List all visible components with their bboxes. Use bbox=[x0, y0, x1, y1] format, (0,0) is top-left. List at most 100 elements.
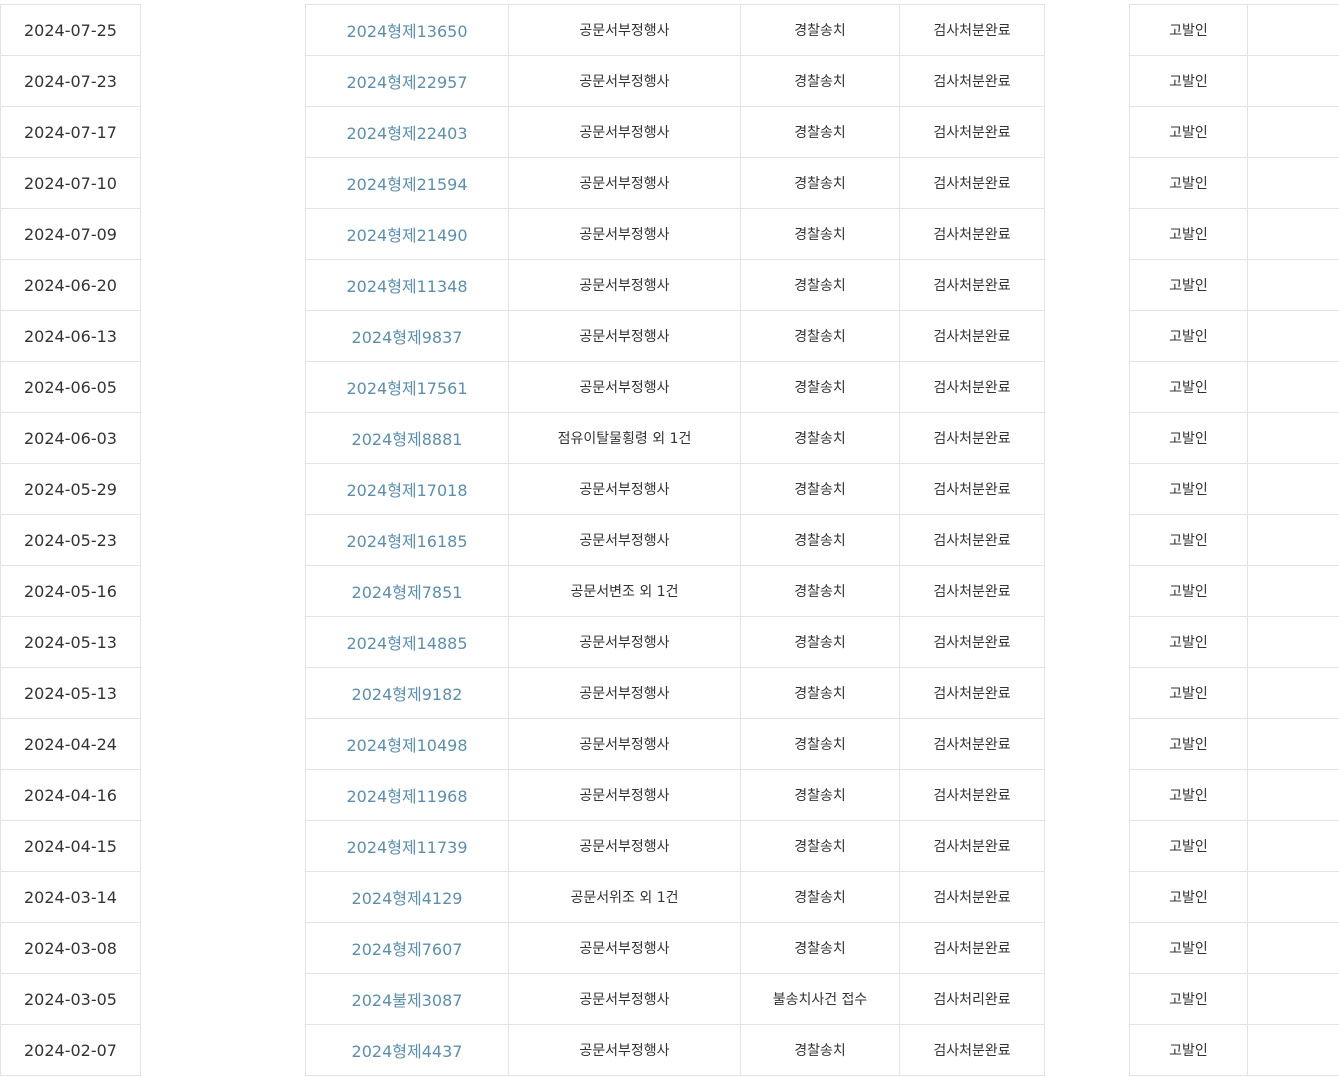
case-status: 경찰송치 bbox=[740, 4, 900, 56]
blank-cell bbox=[1045, 362, 1130, 413]
case-number-link[interactable]: 2024형제8881 bbox=[352, 430, 463, 449]
case-number-cell: 2024형제8881 bbox=[305, 412, 509, 464]
case-status: 경찰송치 bbox=[740, 667, 900, 719]
blank-cell bbox=[141, 668, 306, 719]
case-role: 고발인 bbox=[1129, 208, 1248, 260]
case-number-link[interactable]: 2024형제7607 bbox=[352, 940, 463, 959]
case-number-link[interactable]: 2024형제7851 bbox=[352, 583, 463, 602]
case-number-cell: 2024형제21594 bbox=[305, 157, 509, 209]
case-number-link[interactable]: 2024형제9837 bbox=[352, 328, 463, 347]
case-number-cell: 2024형제9182 bbox=[305, 667, 509, 719]
blank-cell bbox=[1045, 872, 1130, 923]
blank-cell bbox=[1045, 974, 1130, 1025]
case-number-link[interactable]: 2024형제11348 bbox=[346, 277, 467, 296]
case-number-cell: 2024형제4437 bbox=[305, 1024, 509, 1076]
case-number-link[interactable]: 2024형제4129 bbox=[352, 889, 463, 908]
case-result: 검사처분완료 bbox=[899, 718, 1045, 770]
case-result: 검사처분완료 bbox=[899, 616, 1045, 668]
case-status: 경찰송치 bbox=[740, 310, 900, 362]
case-date: 2024-05-16 bbox=[0, 565, 141, 617]
case-number-link[interactable]: 2024형제14885 bbox=[346, 634, 467, 653]
table-row: 2024-07-23 2024형제22957 공문서부정행사 경찰송치 검사처분완료 고발… bbox=[0, 55, 1339, 107]
blank-cell bbox=[1247, 820, 1339, 872]
case-number-link[interactable]: 2024불제3087 bbox=[352, 991, 463, 1010]
case-number-cell: 2024형제4129 bbox=[305, 871, 509, 923]
case-result: 검사처분완료 bbox=[899, 310, 1045, 362]
case-charge: 공문서부정행사 bbox=[508, 157, 741, 209]
case-status: 경찰송치 bbox=[740, 208, 900, 260]
case-number-link[interactable]: 2024형제9182 bbox=[352, 685, 463, 704]
case-result: 검사처리완료 bbox=[899, 973, 1045, 1025]
case-result: 검사처분완료 bbox=[899, 463, 1045, 515]
blank-cell bbox=[1247, 667, 1339, 719]
case-result: 검사처분완료 bbox=[899, 208, 1045, 260]
case-charge: 공문서부정행사 bbox=[508, 259, 741, 311]
case-charge: 공문서부정행사 bbox=[508, 463, 741, 515]
blank-cell bbox=[141, 464, 306, 515]
case-number-cell: 2024형제16185 bbox=[305, 514, 509, 566]
case-result: 검사처분완료 bbox=[899, 106, 1045, 158]
blank-cell bbox=[1045, 668, 1130, 719]
case-date: 2024-03-08 bbox=[0, 922, 141, 974]
case-date: 2024-05-29 bbox=[0, 463, 141, 515]
table-row: 2024-06-05 2024형제17561 공문서부정행사 경찰송치 검사처분완료 고발… bbox=[0, 361, 1339, 413]
case-charge: 공문서부정행사 bbox=[508, 310, 741, 362]
case-date: 2024-06-05 bbox=[0, 361, 141, 413]
table-row: 2024-02-07 2024형제4437 공문서부정행사 경찰송치 검사처분완료 고발인 bbox=[0, 1024, 1339, 1076]
blank-cell bbox=[1247, 769, 1339, 821]
case-number-link[interactable]: 2024형제10498 bbox=[346, 736, 467, 755]
case-number-cell: 2024형제7851 bbox=[305, 565, 509, 617]
blank-cell bbox=[1045, 311, 1130, 362]
case-number-cell: 2024형제17018 bbox=[305, 463, 509, 515]
case-number-link[interactable]: 2024형제22403 bbox=[346, 124, 467, 143]
blank-cell bbox=[141, 413, 306, 464]
case-status: 경찰송치 bbox=[740, 106, 900, 158]
case-number-link[interactable]: 2024형제11739 bbox=[346, 838, 467, 857]
case-number-cell: 2024형제14885 bbox=[305, 616, 509, 668]
blank-cell bbox=[141, 209, 306, 260]
case-status: 경찰송치 bbox=[740, 718, 900, 770]
table-row: 2024-05-16 2024형제7851 공문서변조 외 1건 경찰송치 검사처분완료… bbox=[0, 565, 1339, 617]
case-number-link[interactable]: 2024형제21594 bbox=[346, 175, 467, 194]
blank-cell bbox=[1247, 463, 1339, 515]
case-result: 검사처분완료 bbox=[899, 1024, 1045, 1076]
blank-cell bbox=[1247, 718, 1339, 770]
blank-cell bbox=[1045, 1025, 1130, 1076]
blank-cell bbox=[1045, 923, 1130, 974]
blank-cell bbox=[1045, 617, 1130, 668]
case-status: 경찰송치 bbox=[740, 463, 900, 515]
case-number-link[interactable]: 2024형제11968 bbox=[346, 787, 467, 806]
case-role: 고발인 bbox=[1129, 514, 1248, 566]
case-charge: 공문서위조 외 1건 bbox=[508, 871, 741, 923]
blank-cell bbox=[1247, 259, 1339, 311]
case-number-cell: 2024불제3087 bbox=[305, 973, 509, 1025]
blank-cell bbox=[141, 770, 306, 821]
case-number-link[interactable]: 2024형제17561 bbox=[346, 379, 467, 398]
case-role: 고발인 bbox=[1129, 565, 1248, 617]
case-result: 검사처분완료 bbox=[899, 157, 1045, 209]
case-charge: 점유이탈물횡령 외 1건 bbox=[508, 412, 741, 464]
case-status: 경찰송치 bbox=[740, 361, 900, 413]
blank-cell bbox=[1247, 973, 1339, 1025]
case-number-link[interactable]: 2024형제17018 bbox=[346, 481, 467, 500]
table-row: 2024-05-29 2024형제17018 공문서부정행사 경찰송치 검사처분완료 고발… bbox=[0, 463, 1339, 515]
case-role: 고발인 bbox=[1129, 310, 1248, 362]
case-number-link[interactable]: 2024형제4437 bbox=[352, 1042, 463, 1061]
blank-cell bbox=[1247, 616, 1339, 668]
case-number-link[interactable]: 2024형제16185 bbox=[346, 532, 467, 551]
case-charge: 공문서부정행사 bbox=[508, 1024, 741, 1076]
case-number-link[interactable]: 2024형제21490 bbox=[346, 226, 467, 245]
case-number-link[interactable]: 2024형제13650 bbox=[346, 22, 467, 41]
blank-cell bbox=[141, 56, 306, 107]
case-role: 고발인 bbox=[1129, 55, 1248, 107]
blank-cell bbox=[1045, 515, 1130, 566]
blank-cell bbox=[1045, 770, 1130, 821]
blank-cell bbox=[141, 974, 306, 1025]
case-number-cell: 2024형제11348 bbox=[305, 259, 509, 311]
blank-cell bbox=[1247, 106, 1339, 158]
case-number-link[interactable]: 2024형제22957 bbox=[346, 73, 467, 92]
case-date: 2024-04-24 bbox=[0, 718, 141, 770]
case-role: 고발인 bbox=[1129, 718, 1248, 770]
blank-cell bbox=[1247, 514, 1339, 566]
case-charge: 공문서부정행사 bbox=[508, 922, 741, 974]
